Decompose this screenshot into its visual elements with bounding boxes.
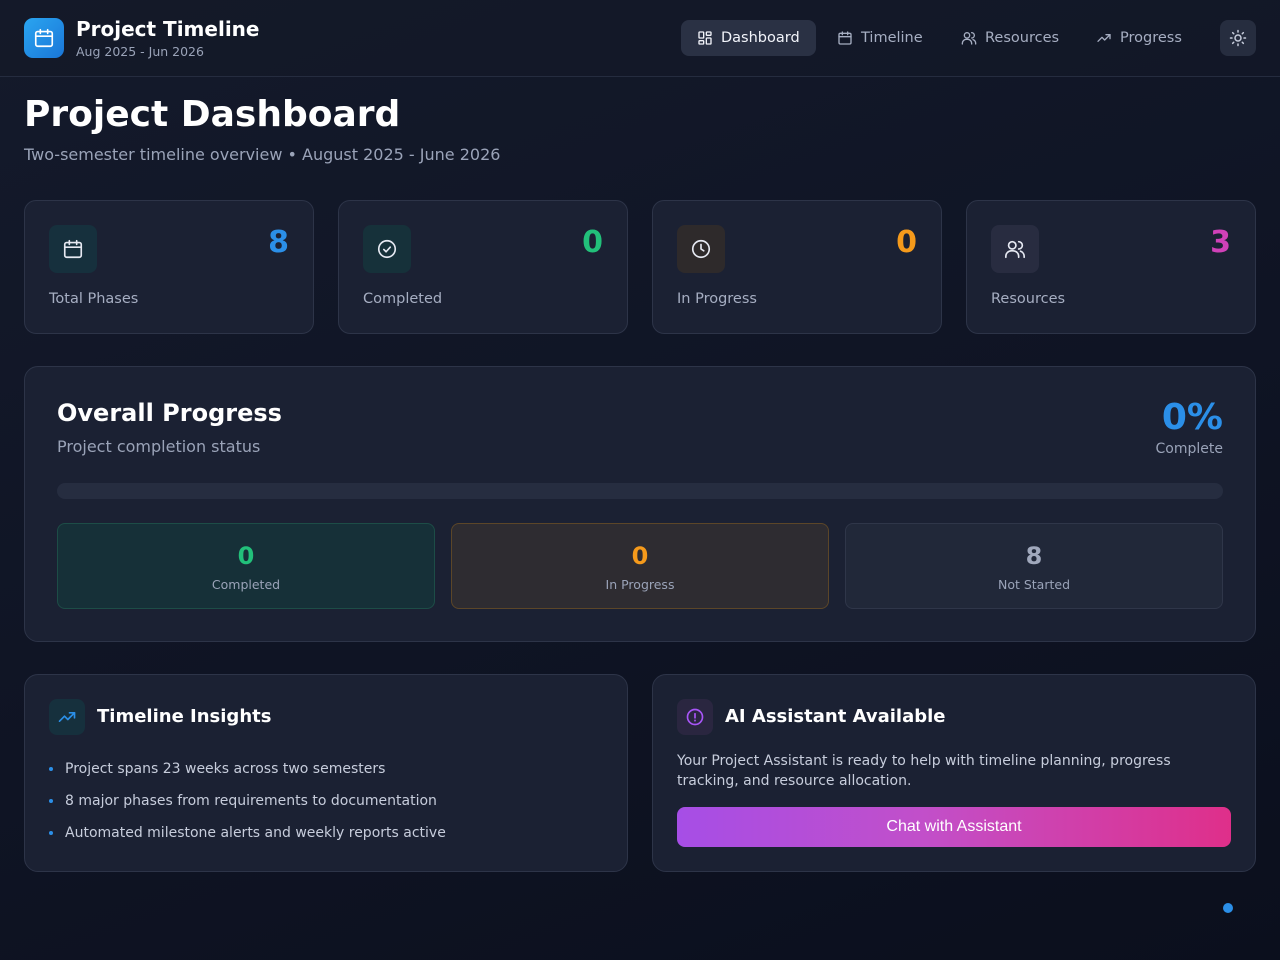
bullet-dot — [49, 799, 53, 803]
list-item: 8 major phases from requirements to docu… — [49, 785, 446, 817]
theme-toggle-button[interactable] — [1220, 20, 1256, 56]
breakdown-value: 0 — [631, 542, 649, 570]
users-icon — [991, 225, 1039, 273]
insight-text: Project spans 23 weeks across two semest… — [65, 761, 386, 777]
overall-progress-title: Overall Progress — [57, 399, 282, 427]
overall-progress-card: Overall Progress Project completion stat… — [24, 366, 1256, 642]
nav-label: Resources — [985, 30, 1060, 46]
insight-text: 8 major phases from requirements to docu… — [65, 793, 437, 809]
nav-label: Progress — [1120, 30, 1182, 46]
status-indicator-dot — [1223, 903, 1233, 913]
sun-icon — [1229, 29, 1247, 47]
app-title: Project Timeline — [76, 17, 260, 41]
overall-progress-subtitle: Project completion status — [57, 437, 261, 456]
breakdown-not-started: 8 Not Started — [845, 523, 1223, 609]
nav-label: Timeline — [861, 30, 923, 46]
stat-value: 3 — [1210, 225, 1231, 260]
stat-card-resources: 3 Resources — [966, 200, 1256, 334]
breakdown-completed: 0 Completed — [57, 523, 435, 609]
list-item: Automated milestone alerts and weekly re… — [49, 817, 446, 849]
chat-with-assistant-button[interactable]: Chat with Assistant — [677, 807, 1231, 847]
stat-label: In Progress — [677, 291, 757, 307]
breakdown-label: Not Started — [997, 577, 1071, 592]
insight-text: Automated milestone alerts and weekly re… — [65, 825, 446, 841]
insights-list: Project spans 23 weeks across two semest… — [49, 753, 446, 849]
bullet-dot — [49, 831, 53, 835]
overall-progress-percent-label: Complete — [1155, 441, 1223, 457]
breakdown-label: In Progress — [605, 577, 675, 592]
top-header: Project Timeline Aug 2025 - Jun 2026 Das… — [0, 0, 1280, 77]
stat-label: Completed — [363, 291, 443, 307]
stat-label: Total Phases — [49, 291, 139, 307]
stat-card-total-phases: 8 Total Phases — [24, 200, 314, 334]
overall-progress-percent: 0% — [1161, 397, 1223, 438]
stat-card-completed: 0 Completed — [338, 200, 628, 334]
nav-label: Dashboard — [721, 30, 800, 46]
nav-progress[interactable]: Progress — [1080, 20, 1198, 56]
stat-card-in-progress: 0 In Progress — [652, 200, 942, 334]
bullet-dot — [49, 767, 53, 771]
trending-up-icon — [1096, 30, 1112, 46]
assistant-title: AI Assistant Available — [725, 706, 946, 727]
overall-progress-bar — [57, 483, 1223, 499]
insights-title: Timeline Insights — [97, 706, 272, 727]
ai-assistant-card: AI Assistant Available Your Project Assi… — [652, 674, 1256, 872]
calendar-icon — [837, 30, 853, 46]
nav-timeline[interactable]: Timeline — [821, 20, 939, 56]
app-date-range: Aug 2025 - Jun 2026 — [76, 44, 204, 59]
nav-dashboard[interactable]: Dashboard — [681, 20, 816, 56]
stat-value: 8 — [268, 225, 289, 260]
calendar-icon — [49, 225, 97, 273]
alert-circle-icon — [677, 699, 713, 735]
breakdown-in-progress: 0 In Progress — [451, 523, 829, 609]
list-item: Project spans 23 weeks across two semest… — [49, 753, 446, 785]
calendar-icon — [24, 18, 64, 58]
stat-label: Resources — [991, 291, 1066, 307]
page-subtitle: Two-semester timeline overview • August … — [24, 145, 501, 164]
stat-value: 0 — [896, 225, 917, 260]
clock-icon — [677, 225, 725, 273]
assistant-description: Your Project Assistant is ready to help … — [677, 753, 1171, 789]
timeline-insights-card: Timeline Insights Project spans 23 weeks… — [24, 674, 628, 872]
check-circle-icon — [363, 225, 411, 273]
users-icon — [961, 30, 977, 46]
page-title: Project Dashboard — [24, 94, 401, 135]
stat-value: 0 — [582, 225, 603, 260]
nav-resources[interactable]: Resources — [945, 20, 1075, 56]
dashboard-icon — [697, 30, 713, 46]
trending-up-icon — [49, 699, 85, 735]
breakdown-value: 0 — [237, 542, 255, 570]
breakdown-value: 8 — [1025, 542, 1043, 570]
breakdown-label: Completed — [211, 577, 281, 592]
